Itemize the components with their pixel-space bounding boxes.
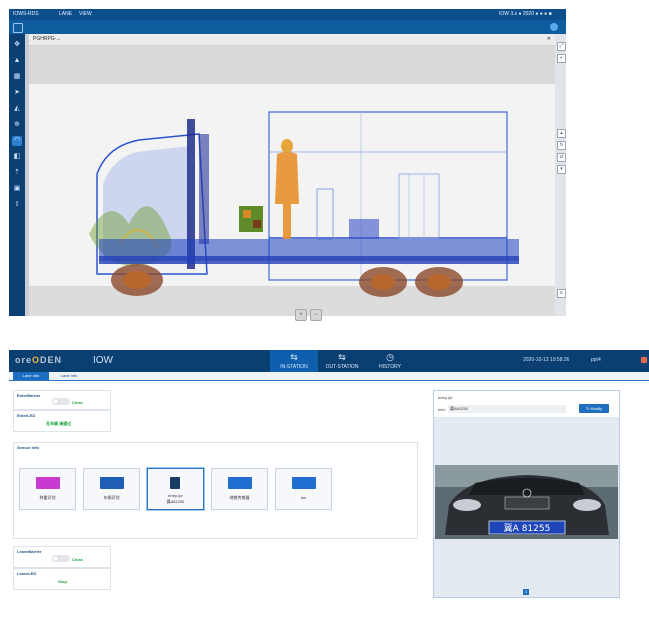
modify-button[interactable]: ✎ Modify	[579, 404, 609, 413]
nav-history[interactable]: ◷ HISTORY	[366, 350, 414, 372]
user-name[interactable]: ppt4	[591, 357, 601, 363]
export-icon[interactable]: ⇧	[12, 200, 22, 210]
enter-barrier-status: Close	[72, 400, 83, 405]
history-icon: ◷	[386, 352, 394, 362]
zoom-in-icon[interactable]: +	[295, 309, 307, 321]
truck-xray-image	[89, 111, 519, 297]
flag-icon[interactable]: ▲	[12, 56, 22, 66]
app-header: oreODEN IOW ⇆ IN-STATION ⇆ OUT-STATION ◷…	[9, 350, 649, 372]
menu-lane[interactable]: LANE	[59, 9, 72, 20]
sensor-weighing[interactable]: 称重识别	[19, 468, 76, 510]
leave-barrier-toggle[interactable]	[52, 555, 70, 562]
datetime: 2020-10-13 10:58:26	[523, 357, 570, 363]
pan-icon[interactable]: ✥	[12, 40, 22, 50]
tab-lane-1[interactable]: Lane Info	[13, 372, 49, 380]
image-settings-icon[interactable]: ◐	[557, 54, 566, 63]
sensor-entry-lpr[interactable]: entry-lpr 冀A81255	[147, 468, 204, 510]
car-camera-image: 冀A 81255	[435, 465, 618, 539]
enter-barrier-toggle[interactable]	[52, 398, 70, 405]
zoom-out-icon[interactable]: −	[310, 309, 322, 321]
xray-image-canvas[interactable]: PGHRPG-... ✕ + −	[29, 34, 555, 321]
layers-icon[interactable]: ▦	[12, 72, 22, 82]
scale-icon	[36, 477, 60, 489]
nav-in-station[interactable]: ⇆ IN-STATION	[270, 350, 318, 372]
lock-icon[interactable]: ▣	[12, 184, 22, 194]
xray-toolbar	[9, 20, 566, 34]
leave-barrier-status: Close	[72, 557, 83, 562]
app-home-icon[interactable]	[13, 23, 23, 33]
rotate-icon[interactable]: ↻	[557, 141, 566, 150]
leave-barrier-title: LeaveBarrier	[17, 549, 42, 554]
tab-lane-2[interactable]: Lane Info	[51, 372, 87, 380]
out-station-icon: ⇆	[338, 352, 346, 362]
pagination-current[interactable]: 1	[523, 589, 529, 595]
leave-led-card: LeaveLED Stop	[13, 568, 111, 590]
tool-sidebar: ✥ ▲ ▦ ➤ ◭ ⊕ ◠ ◧ ⇡ ▣ ⇧	[9, 34, 25, 316]
logout-icon[interactable]	[641, 357, 647, 363]
app-title: IOW	[93, 355, 113, 366]
sensor-panel-title: Sensor Info	[17, 445, 40, 450]
sensor-rsu[interactable]: rsu	[275, 468, 332, 510]
plate-info-field[interactable]: 冀A81255	[448, 405, 566, 413]
pin-icon[interactable]: ⇡	[12, 168, 22, 178]
flip-icon[interactable]: ⇄	[557, 153, 566, 162]
zoom-controls: + −	[295, 309, 322, 321]
leave-led-title: LeaveLED	[17, 571, 37, 576]
leave-barrier-card: LeaveBarrier Close	[13, 546, 111, 568]
brand-logo: oreODEN	[15, 355, 63, 365]
enter-led-card: EnterLED 无车辆 请通过	[13, 410, 111, 432]
xray-viewer-window: IOWS-RDS LANE VIEW IOW 3.x ● 2020 ● ● ● …	[9, 9, 566, 321]
loop-sensor-icon	[228, 477, 252, 489]
enter-barrier-title: EnterBarrier	[17, 393, 41, 398]
right-toolbar: ⤢ ◐ ▴ ↻ ⇄ ▾ ≡	[555, 34, 566, 316]
entry-lpr-panel: entry-lpr Info: 冀A81255 ✎ Modify 冀A 8125…	[433, 390, 620, 598]
info-label: Info:	[438, 407, 446, 412]
entry-panel-title: entry-lpr	[438, 395, 453, 400]
window-title: IOWS-RDS	[13, 11, 39, 17]
scrollbar-thumb[interactable]: ≡	[557, 289, 566, 298]
sensor-panel: Sensor Info 称重识别 车辆识别 entry-lpr 冀A81255 …	[13, 442, 418, 539]
enter-barrier-card: EnterBarrier Close	[13, 390, 111, 410]
sensor-loop[interactable]: 地感传感器	[211, 468, 268, 510]
sensor-vehicle[interactable]: 车辆识别	[83, 468, 140, 510]
measure-icon[interactable]: ◭	[12, 104, 22, 114]
nav-out-station[interactable]: ⇆ OUT-STATION	[318, 350, 366, 372]
menu-view[interactable]: VIEW	[79, 9, 92, 20]
contrast-icon[interactable]: ◠	[12, 136, 22, 146]
scroll-up-icon[interactable]: ▴	[557, 129, 566, 138]
camera-icon	[170, 477, 180, 489]
iow-app-window: oreODEN IOW ⇆ IN-STATION ⇆ OUT-STATION ◷…	[9, 350, 649, 625]
scroll-down-icon[interactable]: ▾	[557, 165, 566, 174]
xray-titlebar: IOWS-RDS LANE VIEW IOW 3.x ● 2020 ● ● ● …	[9, 9, 566, 20]
vehicle-icon	[100, 477, 124, 489]
bookmark-icon[interactable]: ◧	[12, 152, 22, 162]
fit-icon[interactable]: ⤢	[557, 42, 566, 51]
leave-led-status: Stop	[58, 579, 67, 584]
in-station-icon: ⇆	[290, 352, 298, 362]
enter-led-status: 无车辆 请通过	[46, 421, 72, 426]
lane-tabs: Lane Info Lane Info	[9, 372, 649, 381]
license-plate-text: 冀A 81255	[504, 522, 551, 534]
zoom-icon[interactable]: ⊕	[12, 120, 22, 130]
rsu-icon	[292, 477, 316, 489]
window-info: IOW 3.x ● 2020 ● ● ● ■	[499, 11, 552, 17]
enter-led-title: EnterLED	[17, 413, 36, 418]
cursor-icon[interactable]: ➤	[12, 88, 22, 98]
help-icon[interactable]	[550, 23, 558, 31]
